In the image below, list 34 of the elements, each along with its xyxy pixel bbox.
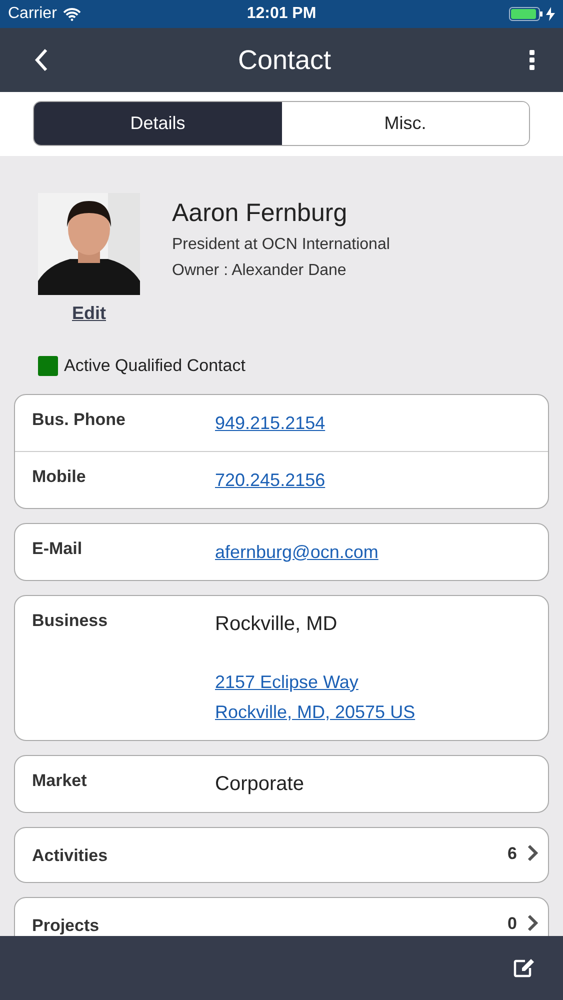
- compose-icon: [513, 958, 535, 978]
- field-value: Corporate: [215, 772, 305, 797]
- field-label: Market: [32, 770, 88, 792]
- carrier-label: Carrier: [8, 5, 57, 23]
- list-label: Projects: [32, 915, 100, 936]
- item-count: 6: [508, 844, 517, 864]
- chevron-left-icon: [34, 48, 48, 72]
- related-list-item[interactable]: Projects 0: [14, 897, 549, 936]
- field-link[interactable]: 2157 Eclipse Way: [215, 667, 531, 697]
- chevron-icon: [527, 844, 538, 862]
- field-label: Bus. Phone: [32, 409, 127, 431]
- field-link[interactable]: 949.215.2154: [215, 408, 531, 438]
- job-title: President at OCN International: [172, 236, 390, 254]
- field-label: E-Mail: [32, 538, 84, 560]
- field-value: Rockville, MD: [215, 612, 338, 637]
- clock: 12:01 PM: [246, 5, 316, 23]
- battery-icon: [509, 7, 543, 21]
- field-label: Mobile: [32, 466, 87, 488]
- owner-label: Owner : Alexander Dane: [172, 262, 348, 280]
- item-count: 0: [508, 914, 517, 934]
- contact-name: Aaron Fernburg: [172, 199, 348, 228]
- list-label: Activities: [32, 845, 108, 866]
- chevron-icon: [527, 914, 538, 932]
- related-list-item[interactable]: Activities 6: [14, 827, 549, 883]
- wifi-icon: [62, 8, 81, 20]
- status-label: Active Qualified Contact: [64, 356, 246, 376]
- edit-photo-link[interactable]: Edit: [72, 303, 106, 324]
- field-link[interactable]: 720.245.2156: [215, 465, 531, 495]
- kebab-menu-icon: [529, 50, 535, 70]
- field-link[interactable]: afernburg@ocn.com: [215, 537, 531, 567]
- field-label: Business: [32, 610, 109, 632]
- screen-title: Contact: [238, 44, 332, 76]
- segment-tab[interactable]: Details: [34, 102, 282, 145]
- field-link[interactable]: Rockville, MD, 20575 US: [215, 697, 531, 727]
